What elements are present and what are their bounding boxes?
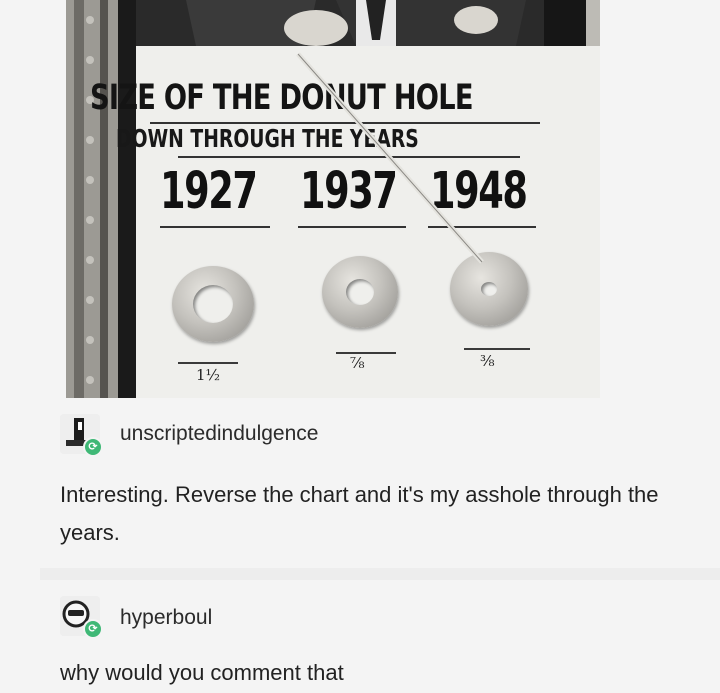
post-text: why would you comment that <box>60 660 344 685</box>
post-divider <box>40 568 720 580</box>
post-username[interactable]: unscriptedindulgence <box>120 422 318 446</box>
reblog-icon: ⟳ <box>83 619 103 639</box>
reblog-icon: ⟳ <box>83 437 103 457</box>
post-text: Interesting. Reverse the chart and it's … <box>60 482 659 545</box>
post-username[interactable]: hyperboul <box>120 606 212 630</box>
pointer-stick <box>296 52 484 264</box>
